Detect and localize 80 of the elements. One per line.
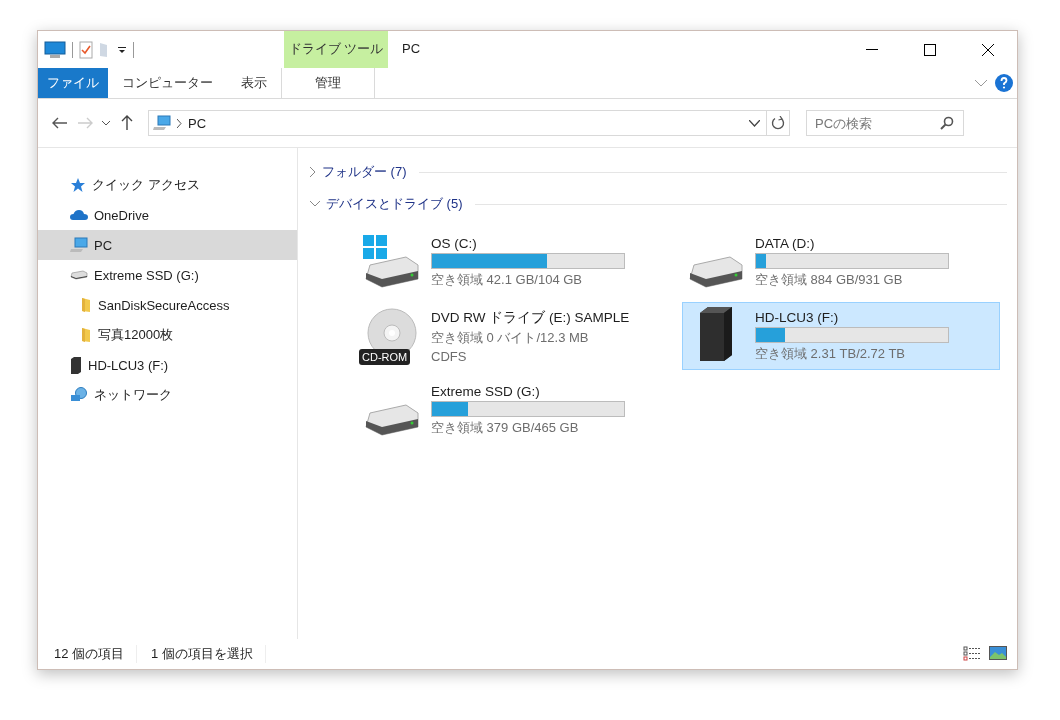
- nav-item[interactable]: HD-LCU3 (F:): [38, 350, 297, 380]
- drive-tile[interactable]: CD-ROM DVD RW ドライブ (E:) SAMPLE 空き領域 0 バイト/12.3 MB CDFS: [358, 302, 676, 370]
- nav-label: クイック アクセス: [92, 176, 200, 194]
- close-icon[interactable]: [982, 43, 994, 56]
- drive-name: DATA (D:): [755, 235, 816, 251]
- search-icon: [940, 116, 954, 130]
- hard-drive-icon: [362, 255, 422, 289]
- file-system-text: CDFS: [431, 348, 468, 364]
- star-icon: [70, 177, 86, 193]
- nav-label: 写真12000枚: [98, 326, 174, 344]
- chevron-down-icon[interactable]: [749, 119, 760, 127]
- nav-item[interactable]: PC: [38, 230, 297, 260]
- selection-count: 1 個の項目を選択: [151, 645, 266, 663]
- help-icon[interactable]: [995, 74, 1013, 92]
- chevron-down-icon[interactable]: [102, 120, 110, 126]
- nav-item[interactable]: 写真12000枚: [38, 320, 297, 350]
- large-icons-view-icon[interactable]: [989, 646, 1007, 660]
- address-bar[interactable]: PC: [148, 110, 790, 136]
- drive-tile[interactable]: DATA (D:) 空き領域 884 GB/931 GB: [682, 228, 1000, 296]
- drive-name: Extreme SSD (G:): [431, 383, 541, 399]
- nav-item[interactable]: Extreme SSD (G:): [38, 260, 297, 290]
- expand-ribbon-icon[interactable]: [975, 79, 987, 87]
- drive-name: OS (C:): [431, 235, 478, 251]
- drive-tile[interactable]: HD-LCU3 (F:) 空き領域 2.31 TB/2.72 TB: [682, 302, 1000, 370]
- free-space-text: 空き領域 2.31 TB/2.72 TB: [755, 344, 907, 363]
- drive-tile[interactable]: Extreme SSD (G:) 空き領域 379 GB/465 GB: [358, 376, 676, 444]
- external-drive-icon: [70, 356, 82, 374]
- search-field[interactable]: PCの検索: [806, 110, 964, 136]
- drive-name: DVD RW ドライブ (E:) SAMPLE: [431, 308, 630, 327]
- group-header[interactable]: フォルダー (7): [310, 156, 1007, 188]
- item-count: 12 個の項目: [54, 645, 138, 663]
- dropdown-icon[interactable]: [117, 45, 127, 54]
- drive-name: HD-LCU3 (F:): [755, 309, 840, 325]
- nav-label: ネットワーク: [94, 386, 172, 404]
- drive-tile[interactable]: OS (C:) 空き領域 42.1 GB/104 GB: [358, 228, 676, 296]
- folder-icon: [80, 327, 92, 343]
- computer-icon[interactable]: [44, 40, 66, 59]
- ribbon-tab[interactable]: 表示: [227, 68, 281, 98]
- nav-item[interactable]: SanDiskSecureAccess: [38, 290, 297, 320]
- details-view-icon[interactable]: [963, 646, 981, 662]
- nav-item[interactable]: ネットワーク: [38, 380, 297, 410]
- cloud-icon: [70, 209, 88, 221]
- window-title: PC: [401, 40, 422, 58]
- chevron-right-icon: [310, 167, 316, 177]
- network-icon: [70, 387, 88, 403]
- context-tab-group: ドライブ ツール: [284, 31, 388, 68]
- free-space-text: 空き領域 42.1 GB/104 GB: [431, 270, 583, 289]
- windows-logo-icon: [363, 235, 387, 259]
- group-label: フォルダー (7): [322, 163, 407, 181]
- nav-label: HD-LCU3 (F:): [88, 357, 169, 373]
- nav-item[interactable]: クイック アクセス: [38, 170, 297, 200]
- nav-label: OneDrive: [94, 207, 149, 223]
- hard-drive-icon: [70, 270, 88, 280]
- ribbon-tab[interactable]: コンピューター: [108, 68, 227, 98]
- refresh-icon[interactable]: [771, 116, 785, 130]
- hard-drive-icon: [362, 403, 422, 437]
- free-space-text: 空き領域 0 バイト/12.3 MB: [431, 328, 590, 347]
- folder-icon: [80, 297, 92, 313]
- up-arrow-icon[interactable]: [121, 115, 133, 131]
- group-label: デバイスとドライブ (5): [326, 195, 463, 213]
- chevron-down-icon: [310, 201, 320, 207]
- free-space-text: 空き領域 884 GB/931 GB: [755, 270, 904, 289]
- nav-label: Extreme SSD (G:): [94, 267, 199, 283]
- group-header[interactable]: デバイスとドライブ (5): [310, 188, 1007, 220]
- hard-drive-icon: [686, 255, 746, 289]
- computer-icon: [70, 237, 88, 253]
- computer-icon: [153, 115, 171, 131]
- nav-item[interactable]: OneDrive: [38, 200, 297, 230]
- ribbon-tab[interactable]: ファイル: [38, 68, 108, 98]
- nav-label: SanDiskSecureAccess: [98, 297, 230, 313]
- chevron-right-icon: [177, 118, 182, 128]
- minimize-icon[interactable]: [866, 48, 878, 51]
- ribbon-tab[interactable]: 管理: [281, 68, 375, 98]
- maximize-icon[interactable]: [924, 43, 936, 56]
- properties-icon[interactable]: [79, 40, 93, 59]
- back-arrow-icon[interactable]: [52, 117, 68, 129]
- disc-type-badge: CD-ROM: [359, 349, 411, 365]
- address-path: PC: [188, 115, 208, 131]
- nav-label: PC: [94, 237, 113, 253]
- free-space-text: 空き領域 379 GB/465 GB: [431, 418, 580, 437]
